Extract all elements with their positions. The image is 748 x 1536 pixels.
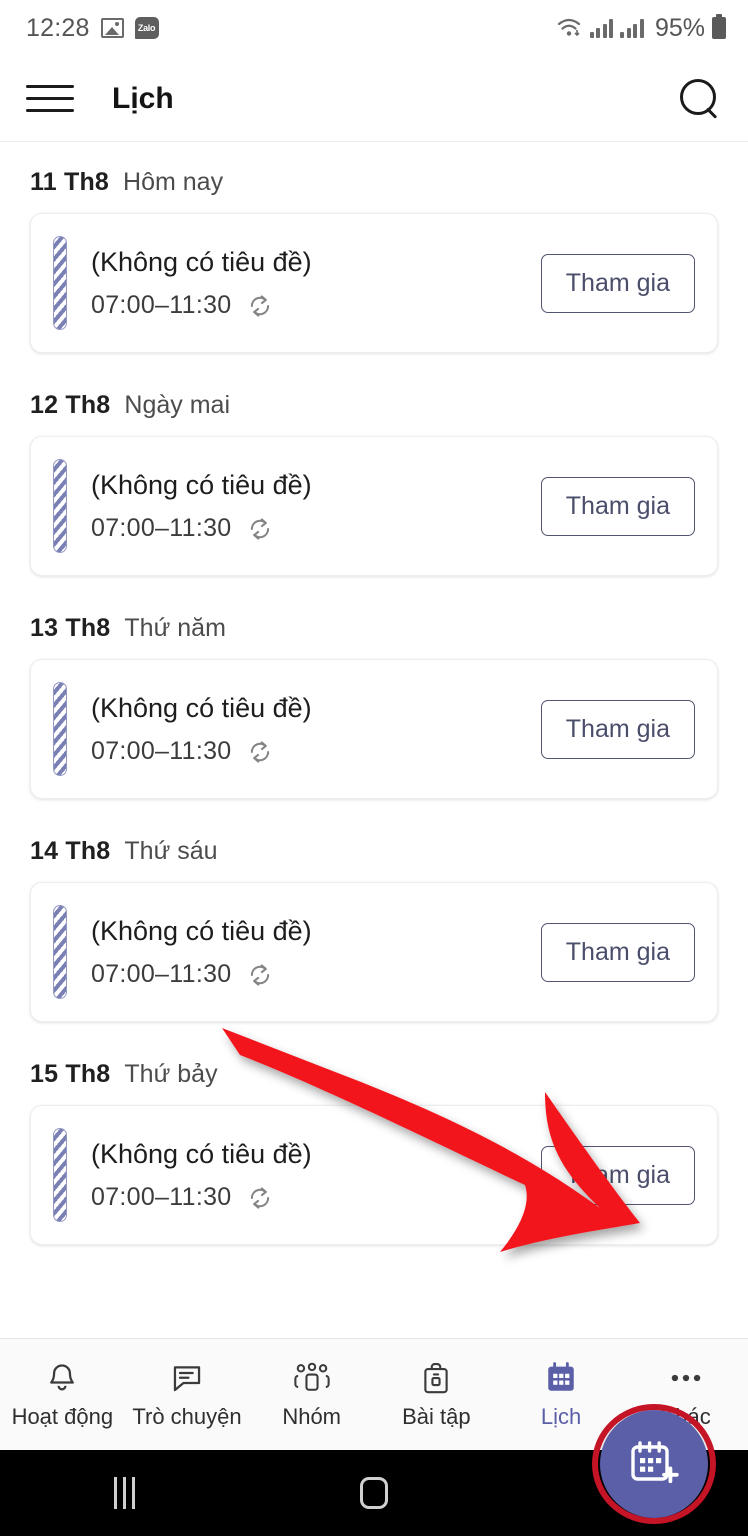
battery-icon	[712, 14, 726, 39]
day-group: 14 Th8 Thứ sáu (Không có tiêu đề) 07:00–11:…	[0, 815, 748, 1038]
event-color-stripe	[53, 459, 67, 553]
phone-screen: 12:28 Zalo 95% Lịch 11 Th8 Hôm nay (Khôn…	[0, 0, 748, 1536]
battery-percent: 95%	[654, 13, 705, 42]
event-color-stripe	[53, 905, 67, 999]
nav-item-bell[interactable]: Hoạt động	[0, 1360, 125, 1430]
event-time: 07:00–11:30	[91, 960, 232, 989]
day-group: 12 Th8 Ngày mai (Không có tiêu đề) 07:00–11…	[0, 369, 748, 592]
day-group: 13 Th8 Thứ năm (Không có tiêu đề) 07:00–11:…	[0, 592, 748, 815]
join-button[interactable]: Tham gia	[540, 922, 695, 982]
nav-item-chat[interactable]: Trò chuyện	[125, 1360, 250, 1430]
day-header: 15 Th8 Thứ bảy	[0, 1038, 748, 1105]
chat-icon	[170, 1360, 204, 1396]
calendar-agenda-list[interactable]: 11 Th8 Hôm nay (Không có tiêu đề) 07:00–11:…	[0, 142, 748, 1338]
more-dots-icon	[668, 1360, 704, 1396]
event-meta: 07:00–11:30	[91, 1183, 541, 1212]
nav-item-label: Lịch	[540, 1403, 582, 1429]
event-details: (Không có tiêu đề) 07:00–11:30	[67, 469, 541, 544]
create-event-fab[interactable]	[600, 1410, 708, 1518]
recurring-icon	[251, 741, 270, 763]
people-icon	[294, 1360, 330, 1396]
event-time: 07:00–11:30	[91, 291, 232, 320]
page-title: Lịch	[112, 81, 174, 115]
event-title: (Không có tiêu đề)	[91, 1138, 312, 1169]
day-date: 12 Th8	[30, 391, 111, 419]
event-time: 07:00–11:30	[91, 1183, 232, 1212]
event-title: (Không có tiêu đề)	[91, 246, 312, 277]
event-details: (Không có tiêu đề) 07:00–11:30	[67, 246, 541, 321]
status-time: 12:28	[26, 13, 90, 42]
day-label: Thứ bảy	[124, 1060, 218, 1088]
nav-item-label: Bài tập	[402, 1403, 471, 1429]
wifi-icon	[557, 17, 583, 39]
event-time: 07:00–11:30	[91, 514, 232, 543]
day-header: 11 Th8 Hôm nay	[0, 146, 748, 213]
event-color-stripe	[53, 236, 67, 330]
event-title: (Không có tiêu đề)	[91, 692, 312, 723]
recents-icon[interactable]	[0, 1477, 249, 1509]
event-color-stripe	[53, 1128, 67, 1222]
join-button[interactable]: Tham gia	[540, 1145, 695, 1205]
event-details: (Không có tiêu đề) 07:00–11:30	[67, 1138, 541, 1213]
day-label: Hôm nay	[123, 168, 224, 196]
nav-item-label: Hoạt động	[11, 1403, 114, 1429]
zalo-icon: Zalo	[134, 17, 159, 39]
hamburger-icon[interactable]	[26, 79, 74, 119]
recurring-icon	[251, 518, 270, 540]
day-date: 11 Th8	[30, 168, 110, 196]
day-date: 13 Th8	[30, 614, 111, 642]
assignment-icon	[421, 1360, 451, 1396]
day-label: Ngày mai	[124, 391, 230, 419]
day-group: 15 Th8 Thứ bảy (Không có tiêu đề) 07:00–11:…	[0, 1038, 748, 1261]
day-header: 13 Th8 Thứ năm	[0, 592, 748, 659]
photo-icon	[100, 18, 124, 38]
search-icon[interactable]	[676, 76, 722, 122]
event-meta: 07:00–11:30	[91, 514, 541, 543]
day-date: 14 Th8	[30, 837, 111, 865]
nav-item-people[interactable]: Nhóm	[249, 1360, 374, 1430]
event-card[interactable]: (Không có tiêu đề) 07:00–11:30 Tham gia	[30, 882, 718, 1022]
nav-item-assignment[interactable]: Bài tập	[374, 1360, 499, 1430]
recurring-icon	[251, 1187, 270, 1209]
join-button[interactable]: Tham gia	[540, 253, 695, 313]
day-label: Thứ năm	[124, 614, 226, 642]
event-card[interactable]: (Không có tiêu đề) 07:00–11:30 Tham gia	[30, 1105, 718, 1245]
app-bar: Lịch	[0, 56, 748, 142]
create-event-fab-wrapper	[592, 1404, 716, 1524]
event-card[interactable]: (Không có tiêu đề) 07:00–11:30 Tham gia	[30, 436, 718, 576]
calendar-plus-icon	[631, 1441, 679, 1484]
event-color-stripe	[53, 682, 67, 776]
event-title: (Không có tiêu đề)	[91, 469, 312, 500]
event-meta: 07:00–11:30	[91, 737, 541, 766]
status-bar: 12:28 Zalo 95%	[0, 0, 748, 56]
event-title: (Không có tiêu đề)	[91, 915, 312, 946]
day-header: 14 Th8 Thứ sáu	[0, 815, 748, 882]
event-meta: 07:00–11:30	[91, 960, 541, 989]
nav-item-label: Nhóm	[282, 1403, 342, 1429]
recurring-icon	[251, 295, 270, 317]
bell-icon	[45, 1360, 79, 1396]
nav-item-label: Trò chuyện	[132, 1403, 242, 1429]
join-button[interactable]: Tham gia	[540, 476, 695, 536]
event-card[interactable]: (Không có tiêu đề) 07:00–11:30 Tham gia	[30, 659, 718, 799]
status-bar-right: 95%	[557, 14, 726, 43]
day-label: Thứ sáu	[124, 837, 218, 865]
day-date: 15 Th8	[30, 1060, 111, 1088]
calendar-icon	[545, 1360, 577, 1396]
recurring-icon	[251, 964, 270, 986]
day-group: 11 Th8 Hôm nay (Không có tiêu đề) 07:00–11:…	[0, 146, 748, 369]
day-header: 12 Th8 Ngày mai	[0, 369, 748, 436]
event-meta: 07:00–11:30	[91, 291, 541, 320]
join-button[interactable]: Tham gia	[540, 699, 695, 759]
event-card[interactable]: (Không có tiêu đề) 07:00–11:30 Tham gia	[30, 213, 718, 353]
event-time: 07:00–11:30	[91, 737, 232, 766]
home-icon[interactable]	[249, 1477, 498, 1509]
event-details: (Không có tiêu đề) 07:00–11:30	[67, 915, 541, 990]
event-details: (Không có tiêu đề) 07:00–11:30	[67, 692, 541, 767]
status-bar-left: 12:28 Zalo	[26, 14, 159, 43]
signal-icon	[589, 18, 614, 38]
signal-icon	[620, 18, 644, 38]
